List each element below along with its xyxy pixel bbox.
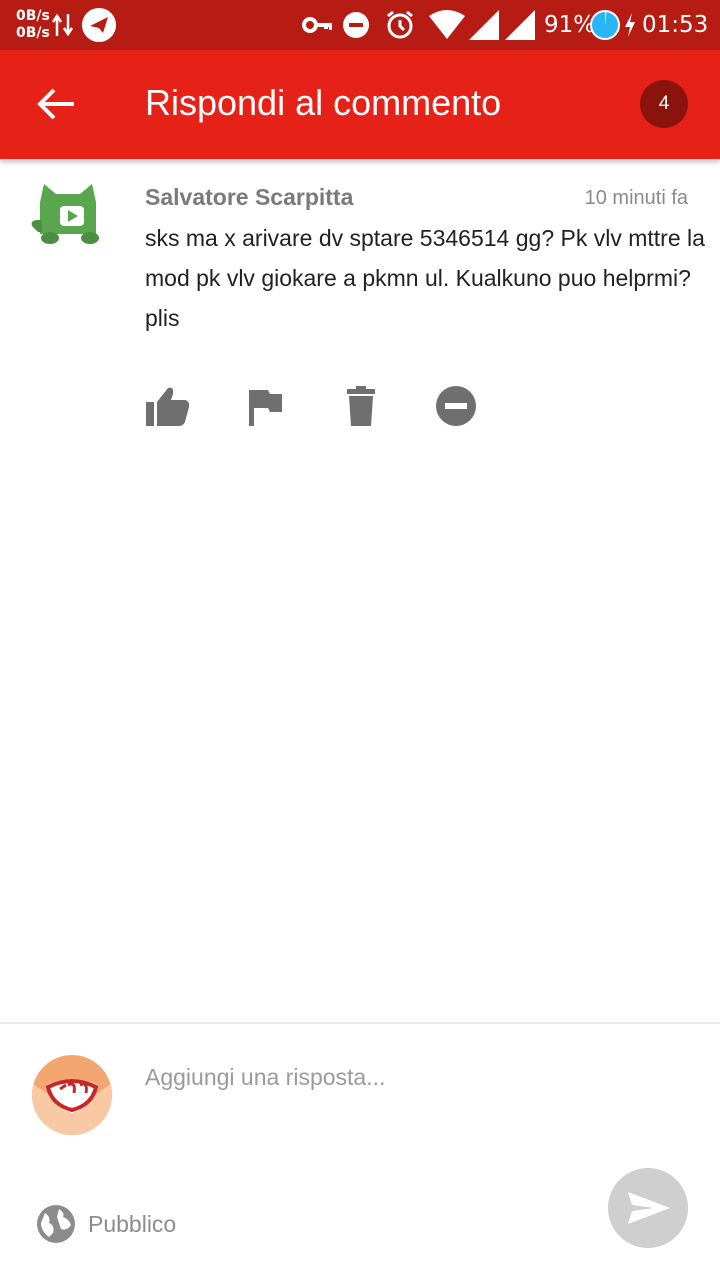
visibility-label[interactable]: Pubblico xyxy=(88,1211,176,1238)
wifi-icon xyxy=(429,10,465,39)
charging-icon xyxy=(625,13,635,37)
globe-icon xyxy=(37,1205,75,1243)
send-button[interactable] xyxy=(608,1168,688,1248)
battery-percent: 91% xyxy=(544,12,596,38)
page-title: Rispondi al commento xyxy=(145,82,502,123)
flag-icon[interactable] xyxy=(242,384,288,430)
status-bar: 0B/s 0B/s 91% 01:53 xyxy=(0,0,720,50)
do-not-disturb-icon xyxy=(343,12,369,38)
data-transfer-icon xyxy=(52,13,74,37)
thumbs-up-icon[interactable] xyxy=(144,384,190,430)
reply-input[interactable] xyxy=(145,1060,585,1094)
user-avatar[interactable] xyxy=(32,1055,112,1135)
signal-icon xyxy=(469,10,499,40)
back-arrow-icon[interactable] xyxy=(36,86,76,122)
divider xyxy=(0,1022,720,1024)
block-icon[interactable] xyxy=(433,384,479,430)
net-down-speed: 0B/s xyxy=(16,25,50,41)
reply-count-badge: 4 xyxy=(640,80,688,128)
alarm-icon xyxy=(387,10,413,39)
clock: 01:53 xyxy=(642,12,709,38)
commenter-avatar[interactable] xyxy=(30,180,106,250)
signal-icon-2 xyxy=(505,10,535,40)
vpn-key-icon xyxy=(302,17,332,33)
app-bar: Rispondi al commento 4 xyxy=(0,50,720,159)
battery-icon xyxy=(590,10,620,40)
comment-text: sks ma x arivare dv sptare 5346514 gg? P… xyxy=(145,225,705,331)
net-up-speed: 0B/s xyxy=(16,8,50,24)
network-speed: 0B/s 0B/s xyxy=(16,8,50,42)
user-avatar-image xyxy=(32,1055,112,1135)
send-icon xyxy=(628,1192,670,1224)
delete-icon[interactable] xyxy=(338,384,384,430)
telegram-icon xyxy=(82,8,116,42)
comment-timestamp: 10 minuti fa xyxy=(584,187,688,209)
comment-author[interactable]: Salvatore Scarpitta xyxy=(145,184,353,211)
